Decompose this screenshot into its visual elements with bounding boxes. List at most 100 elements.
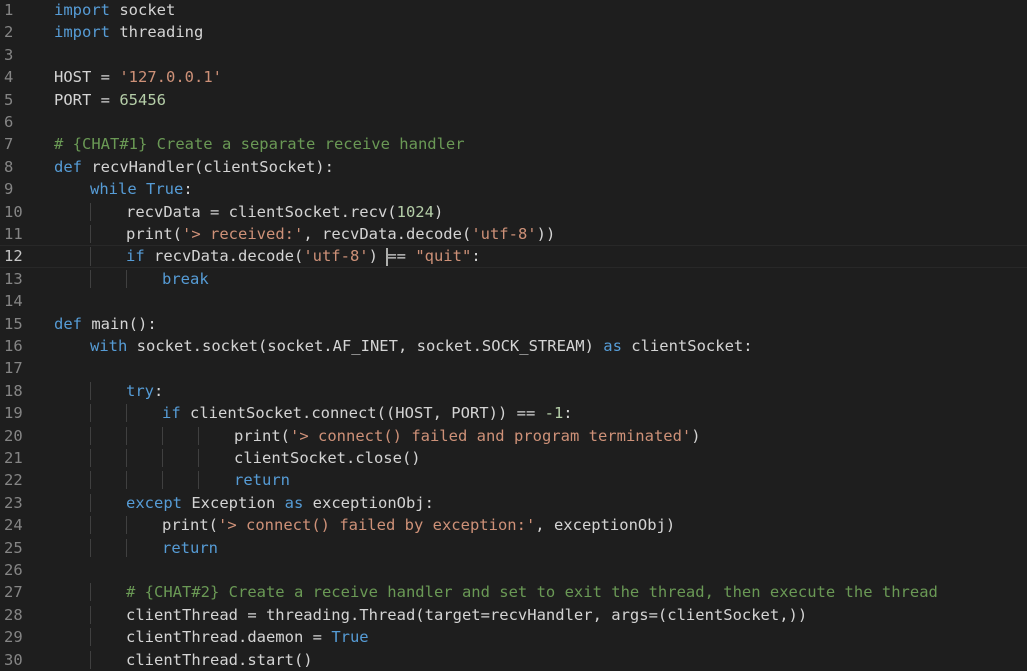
code-line[interactable]: 24 print('> connect() failed by exception… xyxy=(0,514,1027,536)
indent-guide xyxy=(162,471,163,490)
code-line[interactable]: 28 clientThread = threading.Thread(target… xyxy=(0,604,1027,626)
code-line[interactable]: 22 return xyxy=(0,469,1027,491)
code-text[interactable]: if recvData.decode('utf-8') == "quit": xyxy=(54,247,481,266)
code-token-default: recvData.decode( xyxy=(144,247,304,266)
code-text[interactable]: # {CHAT#1} Create a separate receive han… xyxy=(54,135,465,153)
code-token-default: clientSocket.close() xyxy=(234,448,421,467)
code-token-number: 1024 xyxy=(396,202,434,221)
indent-guide xyxy=(90,516,91,535)
code-text[interactable]: # {CHAT#2} Create a receive handler and … xyxy=(54,583,938,602)
code-token-default: : xyxy=(183,180,193,199)
code-text[interactable]: try: xyxy=(54,381,163,400)
code-token-default xyxy=(137,180,146,198)
code-line[interactable]: 9 while True: xyxy=(0,178,1027,200)
code-text[interactable]: return xyxy=(54,471,290,490)
code-token-default: == xyxy=(387,247,416,266)
code-line[interactable]: 4 HOST = '127.0.0.1' xyxy=(0,66,1027,88)
code-token-default: , exceptionObj) xyxy=(535,516,676,535)
code-line[interactable]: 8 def recvHandler(clientSocket): xyxy=(0,156,1027,178)
code-line[interactable]: 15 def main(): xyxy=(0,312,1027,334)
line-number-text: 10 xyxy=(4,202,23,221)
code-token-keyword: return xyxy=(234,471,290,490)
code-line[interactable]: 5 PORT = 65456 xyxy=(0,88,1027,110)
code-line[interactable]: 21 clientSocket.close() xyxy=(0,447,1027,469)
code-line[interactable]: 11 print('> received:', recvData.decode('… xyxy=(0,223,1027,245)
code-token-keyword: True xyxy=(146,180,184,199)
line-number-text: 30 xyxy=(4,650,23,669)
line-number-text: 3 xyxy=(4,45,14,64)
code-text[interactable]: print('> connect() failed by exception:'… xyxy=(54,516,676,535)
code-text[interactable]: recvData = clientSocket.recv(1024) xyxy=(54,202,444,221)
code-line[interactable]: 13 break xyxy=(0,268,1027,290)
code-text[interactable]: def main(): xyxy=(54,315,157,333)
code-line[interactable]: 14 xyxy=(0,290,1027,312)
indent-guide xyxy=(90,538,91,557)
code-text[interactable]: HOST = '127.0.0.1' xyxy=(54,68,222,86)
code-text[interactable]: while True: xyxy=(54,180,193,198)
indent-guide xyxy=(90,404,91,423)
code-token-default: threading xyxy=(110,23,204,42)
code-token-number: 65456 xyxy=(119,90,166,109)
code-line[interactable]: 1 import socket xyxy=(0,0,1027,21)
line-number-text: 27 xyxy=(4,583,23,602)
line-number-text: 2 xyxy=(4,23,14,42)
code-line[interactable]: 17 xyxy=(0,357,1027,379)
code-text[interactable]: if clientSocket.connect((HOST, PORT)) ==… xyxy=(54,404,573,423)
code-text[interactable]: clientThread = threading.Thread(target=r… xyxy=(54,605,808,624)
code-token-keyword: as xyxy=(603,336,622,355)
indent-guide xyxy=(162,448,163,467)
code-editor[interactable]: 1 import socket 2 import threading 3 4 HOST = … xyxy=(0,0,1027,670)
code-token-keyword: while xyxy=(90,180,137,199)
code-token-keyword: as xyxy=(284,493,304,512)
code-line[interactable]: 6 xyxy=(0,111,1027,133)
code-token-default: HOST = xyxy=(54,68,120,87)
code-text[interactable]: return xyxy=(54,538,218,557)
code-token-default: ) xyxy=(433,202,444,221)
code-token-default: )) xyxy=(536,224,556,243)
code-token-default: : xyxy=(563,404,573,423)
code-text[interactable]: with socket.socket(socket.AF_INET, socke… xyxy=(54,337,753,355)
code-token-keyword: break xyxy=(162,269,209,288)
code-text[interactable]: PORT = 65456 xyxy=(54,91,166,109)
code-text[interactable]: break xyxy=(54,269,209,288)
code-line[interactable]: 3 xyxy=(0,44,1027,66)
code-line[interactable]: 27 # {CHAT#2} Create a receive handler an… xyxy=(0,581,1027,603)
line-number-text: 24 xyxy=(4,516,23,535)
code-line[interactable]: 10 recvData = clientSocket.recv(1024) xyxy=(0,200,1027,222)
line-number-text: 25 xyxy=(4,538,23,557)
code-line[interactable]: 20 print('> connect() failed and program … xyxy=(0,424,1027,446)
code-line[interactable]: 2 import threading xyxy=(0,21,1027,43)
code-text[interactable]: print('> received:', recvData.decode('ut… xyxy=(54,224,556,243)
code-line[interactable]: 30 clientThread.start() xyxy=(0,648,1027,670)
indent-guide xyxy=(198,471,199,490)
code-text[interactable]: clientSocket.close() xyxy=(54,448,421,467)
code-token-default: clientSocket.connect((HOST, PORT)) == xyxy=(180,404,545,423)
code-text[interactable]: clientThread.daemon = True xyxy=(54,628,369,647)
code-line[interactable]: 26 xyxy=(0,559,1027,581)
code-text[interactable]: import socket xyxy=(54,1,175,19)
code-line[interactable]: 23 except Exception as exceptionObj: xyxy=(0,492,1027,514)
code-token-string: 'utf-8' xyxy=(471,224,537,243)
line-number-text: 8 xyxy=(4,157,14,176)
code-line[interactable]: 18 try: xyxy=(0,380,1027,402)
code-token-comment: # {CHAT#2} Create a receive handler and … xyxy=(126,583,938,602)
code-text[interactable]: def recvHandler(clientSocket): xyxy=(54,158,334,176)
code-text[interactable]: import threading xyxy=(54,23,203,41)
code-line[interactable]: 16 with socket.socket(socket.AF_INET, soc… xyxy=(0,335,1027,357)
code-token-default: clientThread = threading.Thread(target=r… xyxy=(126,605,808,624)
code-text[interactable]: print('> connect() failed and program te… xyxy=(54,426,701,445)
code-token-keyword: except xyxy=(126,493,182,512)
code-line[interactable]: 29 clientThread.daemon = True xyxy=(0,626,1027,648)
code-token-string: '> received:' xyxy=(182,224,304,243)
code-line[interactable]: 7 # {CHAT#1} Create a separate receive ha… xyxy=(0,133,1027,155)
code-line[interactable]: 19 if clientSocket.connect((HOST, PORT)) … xyxy=(0,402,1027,424)
code-token-default: recvHandler(clientSocket): xyxy=(82,157,334,176)
code-line[interactable]: 12 if recvData.decode('utf-8') == "quit": xyxy=(0,245,1027,267)
indent-guide xyxy=(90,583,91,602)
code-text[interactable]: except Exception as exceptionObj: xyxy=(54,493,434,512)
line-number-text: 11 xyxy=(4,224,23,243)
code-line[interactable]: 25 return xyxy=(0,536,1027,558)
code-token-number: -1 xyxy=(544,404,564,423)
code-text[interactable]: clientThread.start() xyxy=(54,650,313,669)
indent-guide xyxy=(126,269,127,288)
